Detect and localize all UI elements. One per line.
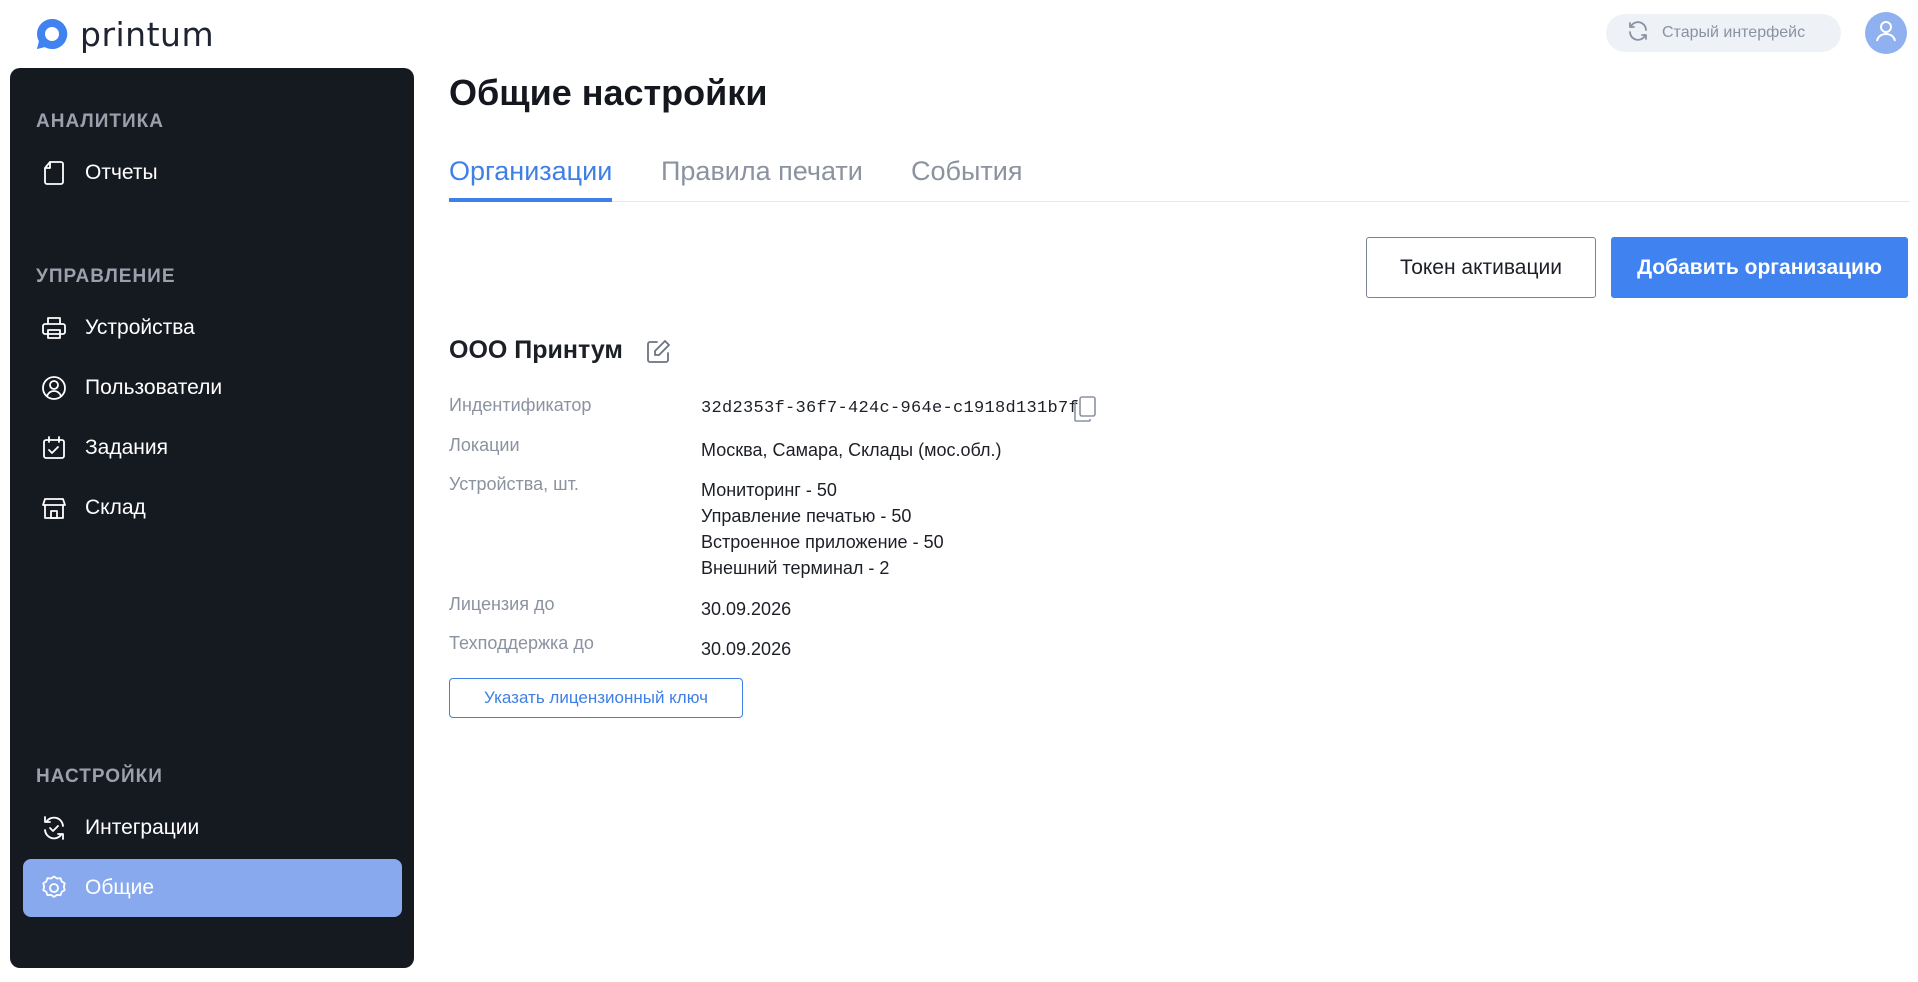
sidebar-item-warehouse[interactable]: Склад [23,479,402,537]
sidebar-item-label: Отчеты [85,161,158,184]
activation-token-button[interactable]: Токен активации [1366,237,1596,298]
user-circle-icon [39,373,69,403]
sidebar-item-label: Склад [85,496,146,519]
device-item: Управление печатью - 50 [701,506,912,526]
section-title-analytics: АНАЛИТИКА [36,111,164,132]
sidebar-item-label: Устройства [85,316,195,339]
tab-print-rules[interactable]: Правила печати [661,156,863,202]
tab-events[interactable]: События [911,156,1022,202]
user-icon [1872,17,1900,50]
sidebar-item-integrations[interactable]: Интеграции [23,799,402,857]
logo[interactable]: printum [34,14,214,54]
avatar[interactable] [1865,12,1907,54]
sidebar-item-label: Общие [85,876,155,899]
sidebar-item-label: Задания [85,436,168,459]
sidebar-item-users[interactable]: Пользователи [23,359,402,417]
logo-text: printum [80,14,215,54]
section-title-settings: НАСТРОЙКИ [36,766,163,787]
sidebar: АНАЛИТИКА Отчеты УПРАВЛЕНИЕ Устройства П… [10,68,414,968]
section-title-management: УПРАВЛЕНИЕ [36,266,176,287]
support-value: 30.09.2026 [701,639,792,659]
sidebar-item-devices[interactable]: Устройства [23,299,402,357]
sidebar-item-reports[interactable]: Отчеты [23,144,402,202]
org-name: ООО Принтум [449,336,623,364]
copy-icon[interactable] [1072,395,1098,423]
sidebar-item-general[interactable]: Общие [23,859,402,917]
printer-icon [39,313,69,343]
device-item: Мониторинг - 50 [701,480,837,500]
device-item: Внешний терминал - 2 [701,558,890,578]
tabs: Организации Правила печати События [449,156,1910,202]
org-id-value: 32d2353f-36f7-424c-964e-c1918d131b7f [701,399,1080,418]
edit-icon[interactable] [643,337,673,367]
org-id-label: Индентификатор [449,395,592,415]
logo-mark-icon [34,16,70,52]
sidebar-item-label: Пользователи [85,376,223,399]
gear-icon [39,873,69,903]
calendar-check-icon [39,433,69,463]
sync-check-icon [39,813,69,843]
support-label: Техподдержка до [449,633,594,653]
sidebar-item-tasks[interactable]: Задания [23,419,402,477]
locations-value: Москва, Самара, Склады (мос.обл.) [701,440,1002,460]
locations-label: Локации [449,435,520,455]
refresh-icon [1626,19,1650,48]
device-item: Встроенное приложение - 50 [701,532,944,552]
license-label: Лицензия до [449,594,555,614]
document-icon [39,158,69,188]
sidebar-item-label: Интеграции [85,816,200,839]
store-icon [39,493,69,523]
old-interface-label: Старый интерфейс [1662,24,1806,41]
devices-label: Устройства, шт. [449,474,579,494]
license-key-button[interactable]: Указать лицензионный ключ [449,678,743,718]
old-interface-button[interactable]: Старый интерфейс [1606,14,1841,52]
license-value: 30.09.2026 [701,599,792,619]
add-organization-button[interactable]: Добавить организацию [1611,237,1908,298]
tab-organizations[interactable]: Организации [449,156,613,202]
devices-list: Мониторинг - 50 Управление печатью - 50 … [701,477,944,581]
page-title: Общие настройки [449,72,768,113]
